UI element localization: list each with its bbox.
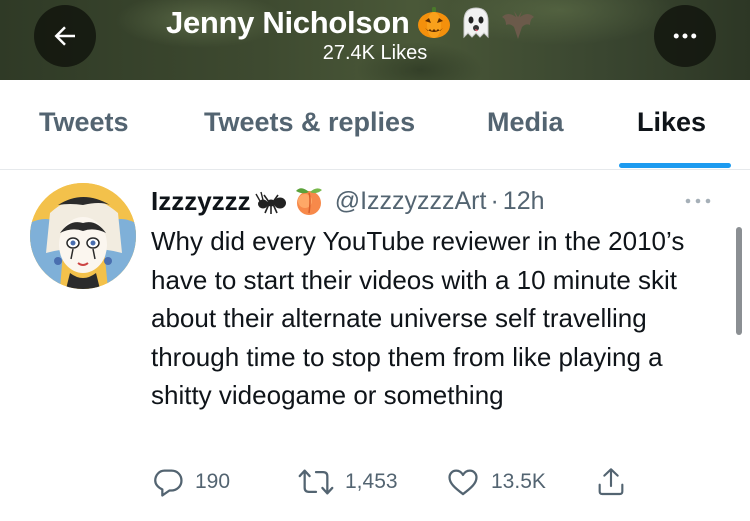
profile-title: Jenny Nicholson xyxy=(166,5,536,41)
scrollbar[interactable] xyxy=(736,227,742,335)
tweet-actions: 190 1,453 13.5K xyxy=(151,465,741,505)
share-button[interactable] xyxy=(595,465,627,499)
author-handle[interactable]: @IzzzyzzzArt xyxy=(335,187,487,216)
separator: · xyxy=(490,186,499,215)
retweet-count: 1,453 xyxy=(345,470,398,493)
reply-count: 190 xyxy=(195,470,231,493)
retweet-button[interactable]: 1,453 xyxy=(297,465,398,499)
more-options-button[interactable] xyxy=(654,5,716,67)
tab-media[interactable]: Media xyxy=(487,107,564,138)
tab-likes[interactable]: Likes xyxy=(637,107,706,138)
heart-icon xyxy=(448,469,478,496)
profile-header: Jenny Nicholson 27.4K Likes xyxy=(0,0,750,80)
ant-icon xyxy=(255,191,286,214)
share-icon xyxy=(598,468,624,496)
active-tab-indicator xyxy=(619,163,731,168)
avatar[interactable] xyxy=(30,183,136,289)
profile-tabs: Tweets Tweets & replies Media Likes xyxy=(0,80,750,170)
peach-icon xyxy=(295,188,322,215)
ghost-icon xyxy=(463,7,489,39)
reply-button[interactable]: 190 xyxy=(151,465,230,499)
tab-tweets-and-replies[interactable]: Tweets & replies xyxy=(204,107,415,138)
tweet-more-button[interactable] xyxy=(683,192,713,215)
jack-o-lantern-icon xyxy=(417,7,450,38)
retweet-icon xyxy=(298,469,334,495)
avatar-image xyxy=(30,183,136,289)
profile-name: Jenny Nicholson xyxy=(166,5,410,40)
tweet-text: Why did every YouTube reviewer in the 20… xyxy=(151,226,685,411)
more-horizontal-icon xyxy=(673,33,697,39)
reply-icon xyxy=(154,469,183,497)
tweet-header: Izzzyzzz @IzzzyzzzArt · 12h xyxy=(151,183,545,219)
tweet-time[interactable]: 12h xyxy=(503,187,545,216)
like-count: 13.5K xyxy=(491,470,546,493)
tab-tweets[interactable]: Tweets xyxy=(39,107,129,138)
bat-icon xyxy=(501,11,534,39)
likes-count: 27.4K Likes xyxy=(322,42,428,64)
more-horizontal-icon xyxy=(685,198,711,204)
like-button[interactable]: 13.5K xyxy=(445,465,546,499)
author-name[interactable]: Izzzyzzz xyxy=(151,186,251,217)
